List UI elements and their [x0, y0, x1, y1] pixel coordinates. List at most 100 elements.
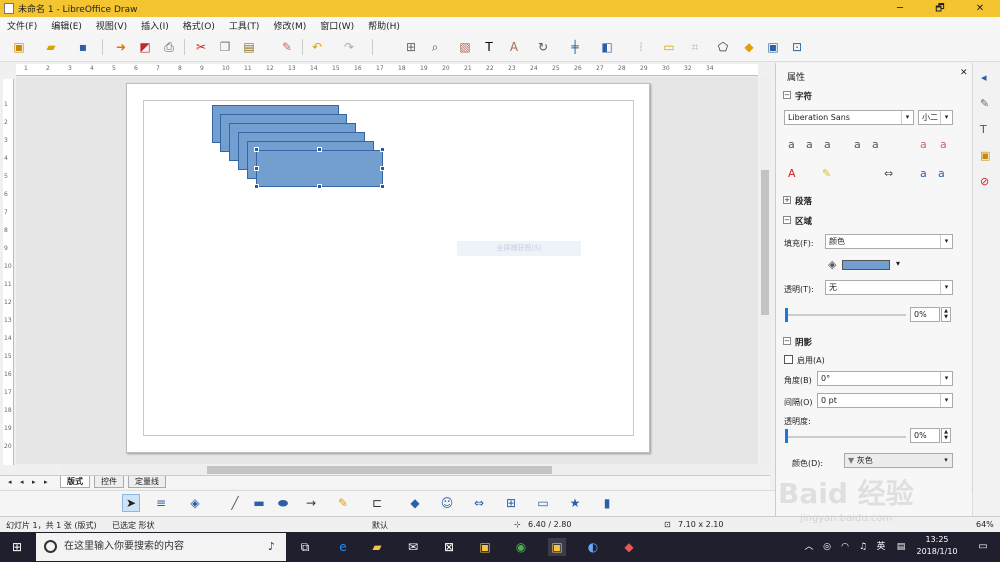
menu-insert[interactable]: 插入(I) — [134, 19, 176, 32]
properties-deck-icon[interactable]: ✎ — [980, 97, 989, 110]
callouts-icon[interactable]: ▭ — [534, 494, 552, 512]
expand-paragraph-icon[interactable]: + — [783, 196, 791, 204]
paste-icon[interactable]: ▤ — [240, 38, 258, 56]
strikethrough-icon[interactable]: a — [854, 138, 861, 151]
italic-icon[interactable]: a — [806, 138, 813, 151]
close-button[interactable]: ✕ — [960, 0, 1000, 17]
status-zoom[interactable]: 64% — [976, 520, 994, 529]
menu-help[interactable]: 帮助(H) — [361, 19, 407, 32]
collapse-area-icon[interactable]: − — [783, 216, 791, 224]
first-tab-button[interactable]: ◂ — [8, 478, 12, 486]
transparency-slider[interactable] — [788, 314, 906, 316]
collapse-shadow-icon[interactable]: − — [783, 337, 791, 345]
sidebar-close-icon[interactable]: ✕ — [960, 68, 968, 78]
next-tab-button[interactable]: ▸ — [32, 478, 36, 486]
clone-formatting-icon[interactable]: ✎ — [278, 38, 296, 56]
action-center-icon[interactable]: ▤ — [892, 538, 910, 556]
selection-handle[interactable] — [254, 166, 259, 171]
section-character[interactable]: 字符 — [795, 90, 812, 102]
flowchart-icon[interactable]: ⊞ — [502, 494, 520, 512]
symbol-shapes-icon[interactable]: ☺ — [438, 494, 456, 512]
libreoffice-draw-task-icon[interactable]: ▣ — [548, 538, 566, 556]
connector-tool-icon[interactable]: ⊏ — [368, 494, 386, 512]
print-icon[interactable]: ⎙ — [160, 38, 178, 56]
chrome-icon[interactable]: ◉ — [512, 538, 530, 556]
fill-color-icon[interactable]: ◈ — [186, 494, 204, 512]
font-size-field[interactable]: 小二 ▾ — [918, 110, 953, 125]
distribute-icon[interactable]: ⁞ — [632, 38, 650, 56]
file-explorer-icon[interactable]: ▰ — [368, 538, 386, 556]
ellipse-tool-icon[interactable]: ⬬ — [274, 494, 292, 512]
selection-handle[interactable] — [317, 184, 322, 189]
select-at-least-three-icon[interactable]: ⊡ — [788, 38, 806, 56]
rectangle-tool-icon[interactable]: ▬ — [250, 494, 268, 512]
transparency-percent-field[interactable]: 0% — [910, 307, 940, 322]
glue-points-icon[interactable]: ◆ — [740, 38, 758, 56]
menu-file[interactable]: 文件(F) — [0, 19, 44, 32]
shrink-font-icon[interactable]: a — [940, 138, 947, 151]
store-icon[interactable]: ⊠ — [440, 538, 458, 556]
redo-icon[interactable]: ↷ — [340, 38, 358, 56]
fill-color-swatch[interactable] — [842, 260, 890, 270]
font-name-field[interactable]: Liberation Sans ▾ — [784, 110, 914, 125]
underline-icon[interactable]: a — [824, 138, 831, 151]
wifi-icon[interactable]: ◠ — [836, 538, 854, 556]
microphone-icon[interactable]: ♪ — [268, 533, 275, 561]
app-icon-yellow[interactable]: ▣ — [476, 538, 494, 556]
edge-browser-icon[interactable]: e — [334, 538, 352, 556]
tray-app-icon[interactable]: ◎ — [818, 538, 836, 556]
block-arrows-icon[interactable]: ⇔ — [470, 494, 488, 512]
highlight-icon[interactable]: ✎ — [822, 167, 831, 180]
styles-deck-icon[interactable]: T — [980, 123, 987, 136]
curve-tool-icon[interactable]: ✎ — [334, 494, 352, 512]
export-icon[interactable]: ➜ — [112, 38, 130, 56]
shadow-transparency-slider[interactable] — [788, 436, 906, 438]
input-method[interactable]: 英 — [872, 538, 890, 556]
fill-color-dropdown-icon[interactable]: ▾ — [896, 259, 900, 268]
shadow-transparency-percent-field[interactable]: 0% — [910, 428, 940, 443]
stars-icon[interactable]: ★ — [566, 494, 584, 512]
selection-handle[interactable] — [254, 184, 259, 189]
menu-edit[interactable]: 编辑(E) — [44, 19, 89, 32]
grid-icon[interactable]: ⊞ — [402, 38, 420, 56]
menu-view[interactable]: 视图(V) — [89, 19, 134, 32]
volume-icon[interactable]: ♫ — [854, 538, 872, 556]
enable-shadow-checkbox[interactable] — [784, 355, 793, 364]
menu-tools[interactable]: 工具(T) — [222, 19, 267, 32]
line-color-icon[interactable]: ≡ — [152, 494, 170, 512]
section-area[interactable]: 区域 — [795, 215, 812, 227]
navigator-deck-icon[interactable]: ⊘ — [980, 175, 989, 188]
shadow-angle-field[interactable]: 0° ▾ — [817, 371, 953, 386]
sidebar-settings-icon[interactable]: ◂ — [981, 71, 987, 84]
new-document-icon[interactable]: ▣ — [10, 38, 28, 56]
subscript-icon[interactable]: a — [938, 167, 945, 180]
arrow-line-icon[interactable]: → — [302, 494, 320, 512]
horizontal-scroll-thumb[interactable] — [207, 466, 552, 474]
basic-shapes-icon[interactable]: ◆ — [406, 494, 424, 512]
line-tool-icon[interactable]: ╱ — [226, 494, 244, 512]
bold-icon[interactable]: a — [788, 138, 795, 151]
rotate-icon[interactable]: ↻ — [534, 38, 552, 56]
windows-start-icon[interactable]: ⊞ — [8, 538, 26, 556]
minimize-button[interactable]: ─ — [880, 0, 920, 17]
shadowed-icon[interactable]: a — [872, 138, 879, 151]
select-arrow-icon[interactable]: ➤ — [122, 494, 140, 512]
copy-icon[interactable]: ❐ — [216, 38, 234, 56]
fontwork-icon[interactable]: A — [505, 38, 523, 56]
tray-chevron-icon[interactable]: ︿ — [800, 538, 818, 556]
maximize-button[interactable]: 🗗 — [920, 0, 960, 17]
selection-handle[interactable] — [317, 147, 322, 152]
collapse-character-icon[interactable]: − — [783, 91, 791, 99]
transparency-slider-knob[interactable] — [785, 308, 788, 322]
undo-icon[interactable]: ↶ — [308, 38, 326, 56]
superscript-icon[interactable]: a — [920, 167, 927, 180]
section-paragraph[interactable]: 段落 — [795, 195, 812, 207]
section-shadow[interactable]: 阴影 — [795, 336, 812, 348]
save-icon[interactable]: ▪ — [74, 38, 92, 56]
export-pdf-icon[interactable]: ◩ — [136, 38, 154, 56]
vertical-scroll-thumb[interactable] — [761, 170, 769, 315]
align-icon[interactable]: ╪ — [566, 38, 584, 56]
grow-font-icon[interactable]: a — [920, 138, 927, 151]
points-icon[interactable]: ⬠ — [714, 38, 732, 56]
last-tab-button[interactable]: ▸ — [44, 478, 48, 486]
